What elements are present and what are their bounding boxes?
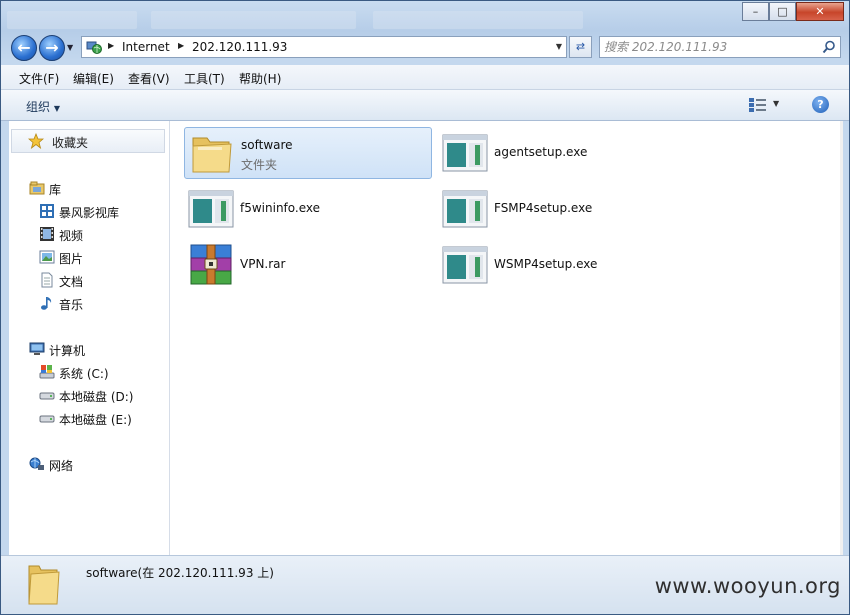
breadcrumb-separator-icon[interactable]: ▶ [108, 41, 114, 50]
hard-drive-icon [39, 415, 55, 423]
menu-view[interactable]: 查看(V) [128, 70, 170, 87]
video-icon [40, 227, 54, 241]
hard-drive-icon [39, 392, 55, 400]
sidebar-item-label: 本地磁盘 (D:) [59, 390, 134, 404]
organize-button[interactable]: 组织 ▼ [26, 98, 60, 115]
file-item-vpn-rar[interactable]: VPN.rar [184, 239, 432, 291]
rar-icon [190, 244, 232, 285]
close-button[interactable]: ✕ [796, 2, 844, 21]
file-item-software[interactable]: software 文件夹 [184, 127, 432, 179]
sidebar-item-label: 系统 (C:) [59, 367, 109, 381]
star-icon [28, 133, 44, 149]
title-bar[interactable]: – □ ✕ [1, 1, 849, 31]
background-tab [151, 11, 356, 29]
address-bar[interactable]: ▶ Internet ▶ 202.120.111.93 ▼ [81, 36, 567, 58]
menu-file[interactable]: 文件(F) [19, 70, 59, 87]
explorer-window: – □ ✕ ← → ▼ ▶ Internet ▶ 202.120.111.93 … [0, 0, 850, 615]
exe-icon [442, 190, 488, 228]
sidebar-item-label: 本地磁盘 (E:) [59, 413, 132, 427]
sidebar-item-favorites[interactable]: 收藏夹 [11, 129, 165, 153]
file-name: WSMP4setup.exe [494, 257, 598, 271]
details-pane: software(在 202.120.111.93 上) www.wooyun.… [1, 555, 849, 614]
sidebar-item-label: 音乐 [59, 298, 84, 312]
file-item-wsmp4setup[interactable]: WSMP4setup.exe [438, 239, 686, 291]
picture-icon [39, 250, 55, 264]
menu-edit[interactable]: 编辑(E) [73, 70, 114, 87]
search-input[interactable] [604, 38, 814, 56]
system-drive-icon [39, 365, 55, 379]
folder-icon [28, 565, 60, 605]
file-type: 文件夹 [241, 158, 278, 172]
network-icon [29, 457, 44, 470]
back-button[interactable]: ← [11, 35, 37, 61]
file-item-fsmp4setup[interactable]: FSMP4setup.exe [438, 183, 686, 235]
search-box[interactable] [599, 36, 841, 58]
organize-label: 组织 [26, 100, 51, 114]
command-bar: 组织 ▼ ▼ ? [1, 90, 849, 121]
file-name: VPN.rar [240, 257, 286, 271]
menu-bar: 文件(F) 编辑(E) 查看(V) 工具(T) 帮助(H) [1, 65, 849, 90]
exe-icon [442, 246, 488, 284]
content-edge [840, 121, 843, 555]
watermark: www.wooyun.org [654, 574, 841, 598]
menu-tools[interactable]: 工具(T) [184, 70, 225, 87]
file-name: f5wininfo.exe [240, 201, 321, 215]
details-text: software(在 202.120.111.93 上) [86, 566, 274, 580]
chevron-down-icon: ▼ [53, 104, 60, 113]
background-tab [7, 11, 137, 29]
network-globe-icon [86, 41, 102, 54]
sidebar-item-label: 视频 [59, 229, 84, 243]
maximize-button[interactable]: □ [769, 2, 796, 21]
navigation-pane: 收藏夹 库 暴风影视库 视频 图片 文档 音乐 计算机 系统 (C:) 本地磁盘… [9, 121, 170, 555]
change-view-icon[interactable] [749, 98, 767, 112]
sidebar-item-label: 收藏夹 [52, 136, 89, 150]
sidebar-item-label: 图片 [59, 252, 84, 266]
minimize-button[interactable]: – [742, 2, 769, 21]
file-item-agentsetup[interactable]: agentsetup.exe [438, 127, 686, 179]
exe-icon [188, 190, 234, 228]
address-dropdown-icon[interactable]: ▼ [556, 42, 562, 51]
file-name: software [241, 138, 293, 152]
breadcrumb-host[interactable]: 202.120.111.93 [192, 40, 287, 54]
media-library-icon [40, 204, 54, 218]
view-dropdown-icon[interactable]: ▼ [773, 99, 779, 108]
music-icon [41, 297, 52, 310]
library-icon [29, 181, 45, 195]
sidebar-item-label: 文档 [59, 275, 84, 289]
background-tab [373, 11, 583, 29]
sidebar-item-label: 网络 [49, 459, 74, 473]
history-dropdown-icon[interactable]: ▼ [67, 43, 77, 53]
file-name: FSMP4setup.exe [494, 201, 593, 215]
breadcrumb-separator-icon[interactable]: ▶ [178, 41, 184, 50]
sidebar-item-label: 暴风影视库 [59, 206, 120, 220]
forward-button[interactable]: → [39, 35, 65, 61]
breadcrumb-internet[interactable]: Internet [122, 40, 170, 54]
file-list: software 文件夹 agentsetup.exe f5wininfo.ex… [170, 121, 840, 555]
menu-help[interactable]: 帮助(H) [239, 70, 281, 87]
search-icon[interactable] [822, 40, 836, 54]
folder-icon [192, 137, 232, 173]
sidebar-item-label: 库 [49, 183, 62, 197]
refresh-button[interactable]: ⇄ [569, 36, 592, 58]
file-name: agentsetup.exe [494, 145, 588, 159]
document-icon [41, 272, 53, 288]
computer-icon [29, 342, 45, 355]
help-icon[interactable]: ? [812, 96, 829, 113]
exe-icon [442, 134, 488, 172]
navigation-bar: ← → ▼ ▶ Internet ▶ 202.120.111.93 ▼ ⇄ [1, 31, 849, 63]
file-item-f5wininfo[interactable]: f5wininfo.exe [184, 183, 432, 235]
sidebar-item-label: 计算机 [49, 344, 86, 358]
